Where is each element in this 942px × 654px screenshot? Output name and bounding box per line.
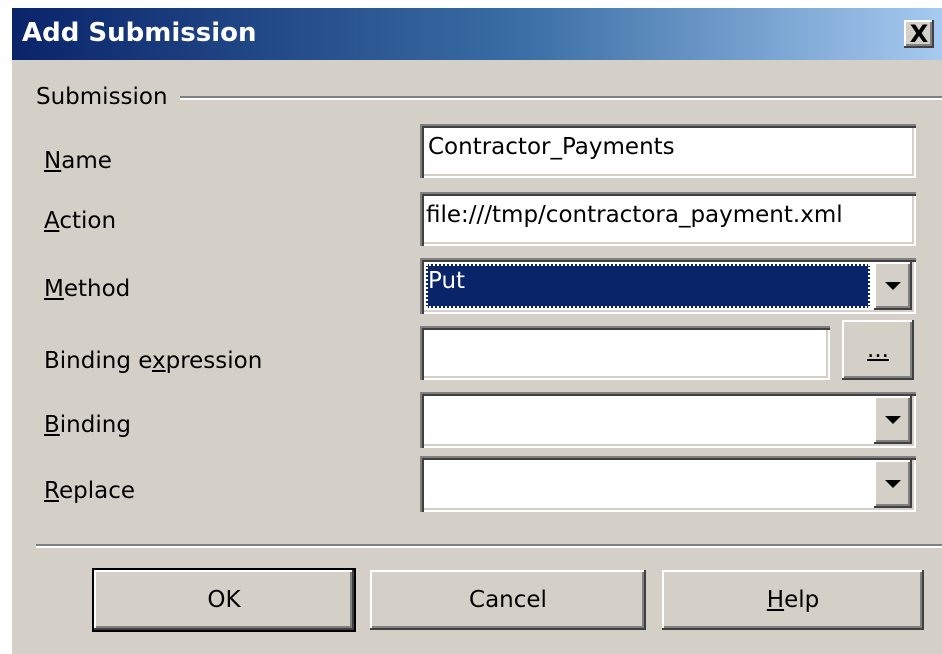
replace-select-value [426,462,870,506]
close-button[interactable]: X [904,20,934,48]
ellipsis-icon: ... [867,337,889,363]
binding-expression-browse-button[interactable]: ... [842,320,914,380]
action-input[interactable]: file:///tmp/contractora_payment.xml [420,192,916,246]
ok-button[interactable]: OK [94,570,354,630]
method-select[interactable]: Put [420,258,916,314]
close-icon: X [909,20,929,48]
method-label: Method [44,276,131,302]
binding-label: Binding [44,412,131,438]
button-separator [36,544,942,548]
cancel-button[interactable]: Cancel [370,570,646,630]
replace-label: Replace [44,478,135,504]
title-bar[interactable]: Add Submission X [12,8,942,60]
add-submission-dialog: Add Submission X Submission Name Contrac… [12,8,942,654]
chevron-down-icon [885,480,901,488]
name-input[interactable]: Contractor_Payments [420,124,916,178]
chevron-down-icon [885,416,901,424]
chevron-down-icon [885,282,901,290]
binding-expression-label: Binding expression [44,348,263,374]
method-dropdown-button[interactable] [874,262,912,310]
binding-select-value [426,398,870,442]
binding-expression-input[interactable] [420,326,830,380]
help-button[interactable]: Help [662,570,924,630]
replace-select[interactable] [420,456,916,512]
replace-dropdown-button[interactable] [874,460,912,508]
action-label: Action [44,208,117,234]
method-select-value: Put [426,264,870,308]
name-label: Name [44,148,112,174]
group-label-submission: Submission [36,82,180,112]
binding-select[interactable] [420,392,916,448]
dialog-title: Add Submission [22,18,257,48]
binding-dropdown-button[interactable] [874,396,912,444]
help-button-label: Help [766,587,820,613]
